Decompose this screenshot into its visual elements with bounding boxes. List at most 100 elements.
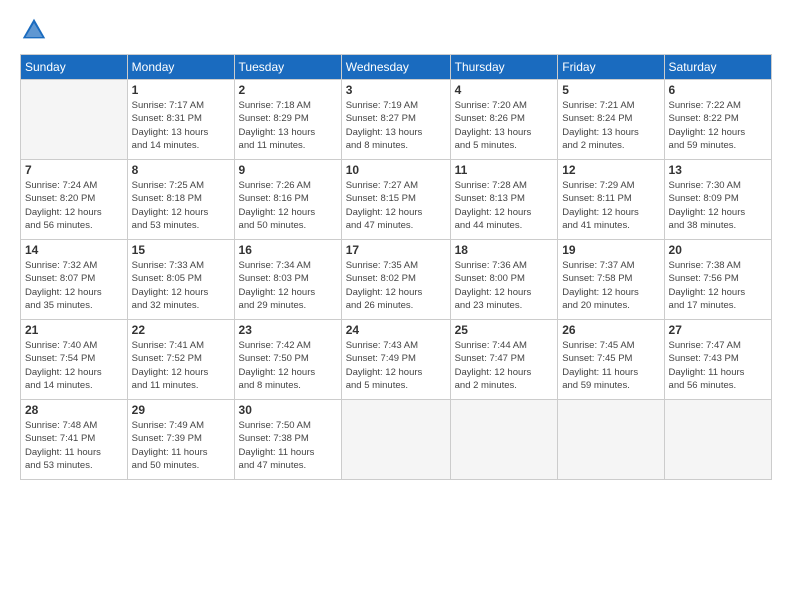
- day-info: Sunrise: 7:45 AM Sunset: 7:45 PM Dayligh…: [562, 339, 659, 392]
- weekday-header-friday: Friday: [558, 55, 664, 80]
- day-number: 16: [239, 243, 337, 257]
- day-number: 18: [455, 243, 554, 257]
- day-info: Sunrise: 7:49 AM Sunset: 7:39 PM Dayligh…: [132, 419, 230, 472]
- calendar-cell: 26 Sunrise: 7:45 AM Sunset: 7:45 PM Dayli…: [558, 320, 664, 400]
- weekday-header-row: SundayMondayTuesdayWednesdayThursdayFrid…: [21, 55, 772, 80]
- calendar-cell: 3 Sunrise: 7:19 AM Sunset: 8:27 PM Daylig…: [341, 80, 450, 160]
- day-number: 4: [455, 83, 554, 97]
- calendar-cell: 16 Sunrise: 7:34 AM Sunset: 8:03 PM Dayli…: [234, 240, 341, 320]
- day-info: Sunrise: 7:27 AM Sunset: 8:15 PM Dayligh…: [346, 179, 446, 232]
- calendar-cell: 15 Sunrise: 7:33 AM Sunset: 8:05 PM Dayli…: [127, 240, 234, 320]
- calendar-cell: 21 Sunrise: 7:40 AM Sunset: 7:54 PM Dayli…: [21, 320, 128, 400]
- weekday-header-thursday: Thursday: [450, 55, 558, 80]
- day-info: Sunrise: 7:36 AM Sunset: 8:00 PM Dayligh…: [455, 259, 554, 312]
- day-number: 6: [669, 83, 767, 97]
- day-number: 23: [239, 323, 337, 337]
- day-info: Sunrise: 7:30 AM Sunset: 8:09 PM Dayligh…: [669, 179, 767, 232]
- calendar-cell: 4 Sunrise: 7:20 AM Sunset: 8:26 PM Daylig…: [450, 80, 558, 160]
- day-info: Sunrise: 7:33 AM Sunset: 8:05 PM Dayligh…: [132, 259, 230, 312]
- day-info: Sunrise: 7:50 AM Sunset: 7:38 PM Dayligh…: [239, 419, 337, 472]
- day-number: 2: [239, 83, 337, 97]
- day-info: Sunrise: 7:24 AM Sunset: 8:20 PM Dayligh…: [25, 179, 123, 232]
- calendar-cell: 11Sunrise: 7:28 AM Sunset: 8:13 PM Dayli…: [450, 160, 558, 240]
- day-number: 28: [25, 403, 123, 417]
- weekday-header-saturday: Saturday: [664, 55, 771, 80]
- day-info: Sunrise: 7:37 AM Sunset: 7:58 PM Dayligh…: [562, 259, 659, 312]
- day-info: Sunrise: 7:43 AM Sunset: 7:49 PM Dayligh…: [346, 339, 446, 392]
- calendar-cell: 24 Sunrise: 7:43 AM Sunset: 7:49 PM Dayli…: [341, 320, 450, 400]
- week-row-2: 14 Sunrise: 7:32 AM Sunset: 8:07 PM Dayli…: [21, 240, 772, 320]
- calendar-cell: 29Sunrise: 7:49 AM Sunset: 7:39 PM Dayli…: [127, 400, 234, 480]
- calendar-cell: 10 Sunrise: 7:27 AM Sunset: 8:15 PM Dayli…: [341, 160, 450, 240]
- day-info: Sunrise: 7:17 AM Sunset: 8:31 PM Dayligh…: [132, 99, 230, 152]
- day-info: Sunrise: 7:20 AM Sunset: 8:26 PM Dayligh…: [455, 99, 554, 152]
- day-number: 19: [562, 243, 659, 257]
- day-number: 24: [346, 323, 446, 337]
- calendar-cell: 23 Sunrise: 7:42 AM Sunset: 7:50 PM Dayli…: [234, 320, 341, 400]
- calendar-cell: 22 Sunrise: 7:41 AM Sunset: 7:52 PM Dayli…: [127, 320, 234, 400]
- calendar-cell: 17 Sunrise: 7:35 AM Sunset: 8:02 PM Dayli…: [341, 240, 450, 320]
- day-number: 21: [25, 323, 123, 337]
- day-info: Sunrise: 7:44 AM Sunset: 7:47 PM Dayligh…: [455, 339, 554, 392]
- weekday-header-tuesday: Tuesday: [234, 55, 341, 80]
- calendar-cell: 2 Sunrise: 7:18 AM Sunset: 8:29 PM Daylig…: [234, 80, 341, 160]
- day-info: Sunrise: 7:18 AM Sunset: 8:29 PM Dayligh…: [239, 99, 337, 152]
- calendar-cell: 7Sunrise: 7:24 AM Sunset: 8:20 PM Daylig…: [21, 160, 128, 240]
- calendar-cell: 9 Sunrise: 7:26 AM Sunset: 8:16 PM Daylig…: [234, 160, 341, 240]
- calendar-table: SundayMondayTuesdayWednesdayThursdayFrid…: [20, 54, 772, 480]
- day-number: 27: [669, 323, 767, 337]
- day-info: Sunrise: 7:41 AM Sunset: 7:52 PM Dayligh…: [132, 339, 230, 392]
- calendar-cell: 12 Sunrise: 7:29 AM Sunset: 8:11 PM Dayli…: [558, 160, 664, 240]
- day-info: Sunrise: 7:42 AM Sunset: 7:50 PM Dayligh…: [239, 339, 337, 392]
- day-info: Sunrise: 7:19 AM Sunset: 8:27 PM Dayligh…: [346, 99, 446, 152]
- week-row-4: 28 Sunrise: 7:48 AM Sunset: 7:41 PM Dayli…: [21, 400, 772, 480]
- week-row-0: 1 Sunrise: 7:17 AM Sunset: 8:31 PM Daylig…: [21, 80, 772, 160]
- day-info: Sunrise: 7:34 AM Sunset: 8:03 PM Dayligh…: [239, 259, 337, 312]
- calendar-cell: [558, 400, 664, 480]
- calendar-cell: [664, 400, 771, 480]
- day-number: 30: [239, 403, 337, 417]
- calendar-cell: 30 Sunrise: 7:50 AM Sunset: 7:38 PM Dayli…: [234, 400, 341, 480]
- calendar-cell: 19 Sunrise: 7:37 AM Sunset: 7:58 PM Dayli…: [558, 240, 664, 320]
- day-number: 13: [669, 163, 767, 177]
- day-number: 26: [562, 323, 659, 337]
- calendar-cell: 13 Sunrise: 7:30 AM Sunset: 8:09 PM Dayli…: [664, 160, 771, 240]
- calendar-cell: [21, 80, 128, 160]
- day-info: Sunrise: 7:40 AM Sunset: 7:54 PM Dayligh…: [25, 339, 123, 392]
- day-info: Sunrise: 7:48 AM Sunset: 7:41 PM Dayligh…: [25, 419, 123, 472]
- day-number: 22: [132, 323, 230, 337]
- day-number: 15: [132, 243, 230, 257]
- day-info: Sunrise: 7:32 AM Sunset: 8:07 PM Dayligh…: [25, 259, 123, 312]
- weekday-header-monday: Monday: [127, 55, 234, 80]
- day-info: Sunrise: 7:26 AM Sunset: 8:16 PM Dayligh…: [239, 179, 337, 232]
- day-number: 17: [346, 243, 446, 257]
- week-row-1: 7Sunrise: 7:24 AM Sunset: 8:20 PM Daylig…: [21, 160, 772, 240]
- day-number: 10: [346, 163, 446, 177]
- day-info: Sunrise: 7:21 AM Sunset: 8:24 PM Dayligh…: [562, 99, 659, 152]
- day-info: Sunrise: 7:29 AM Sunset: 8:11 PM Dayligh…: [562, 179, 659, 232]
- day-number: 14: [25, 243, 123, 257]
- day-info: Sunrise: 7:47 AM Sunset: 7:43 PM Dayligh…: [669, 339, 767, 392]
- day-number: 5: [562, 83, 659, 97]
- calendar-cell: [341, 400, 450, 480]
- day-number: 3: [346, 83, 446, 97]
- day-number: 25: [455, 323, 554, 337]
- day-number: 1: [132, 83, 230, 97]
- weekday-header-sunday: Sunday: [21, 55, 128, 80]
- weekday-header-wednesday: Wednesday: [341, 55, 450, 80]
- day-info: Sunrise: 7:22 AM Sunset: 8:22 PM Dayligh…: [669, 99, 767, 152]
- calendar-cell: 27 Sunrise: 7:47 AM Sunset: 7:43 PM Dayli…: [664, 320, 771, 400]
- calendar-cell: 5 Sunrise: 7:21 AM Sunset: 8:24 PM Daylig…: [558, 80, 664, 160]
- day-number: 11: [455, 163, 554, 177]
- logo: [20, 16, 52, 44]
- day-number: 9: [239, 163, 337, 177]
- calendar-cell: 28 Sunrise: 7:48 AM Sunset: 7:41 PM Dayli…: [21, 400, 128, 480]
- calendar-cell: 20Sunrise: 7:38 AM Sunset: 7:56 PM Dayli…: [664, 240, 771, 320]
- day-info: Sunrise: 7:35 AM Sunset: 8:02 PM Dayligh…: [346, 259, 446, 312]
- calendar-cell: 14 Sunrise: 7:32 AM Sunset: 8:07 PM Dayli…: [21, 240, 128, 320]
- page: SundayMondayTuesdayWednesdayThursdayFrid…: [0, 0, 792, 612]
- day-number: 12: [562, 163, 659, 177]
- day-info: Sunrise: 7:25 AM Sunset: 8:18 PM Dayligh…: [132, 179, 230, 232]
- calendar-cell: 6 Sunrise: 7:22 AM Sunset: 8:22 PM Daylig…: [664, 80, 771, 160]
- day-number: 8: [132, 163, 230, 177]
